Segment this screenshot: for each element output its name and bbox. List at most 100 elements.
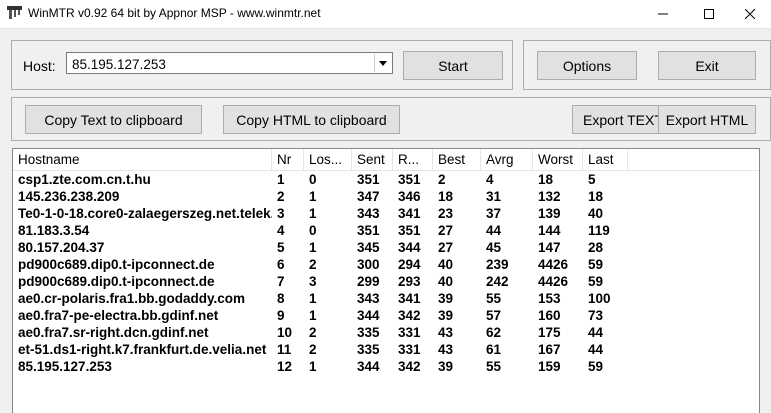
cell-avrg: 55 (486, 359, 502, 374)
cell-hostname: et-51.ds1-right.k7.frankfurt.de.velia.ne… (18, 342, 267, 357)
cell-best: 27 (438, 223, 454, 238)
cell-hostname: 81.183.3.54 (18, 223, 90, 238)
cell-loss: 1 (309, 291, 317, 306)
column-header-loss[interactable]: Los... (304, 149, 352, 170)
export-html-button[interactable]: Export HTML (658, 105, 756, 134)
combobox-dropdown-arrow[interactable] (374, 54, 391, 72)
cell-avrg: 45 (486, 240, 502, 255)
cell-hostname: ae0.fra7-pe-electra.bb.gdinf.net (18, 308, 219, 323)
table-row[interactable]: Te0-1-0-18.core0-zalaegerszeg.net.telek.… (13, 205, 759, 222)
window-title: WinMTR v0.92 64 bit by Appnor MSP - www.… (28, 6, 321, 20)
cell-sent: 351 (357, 172, 380, 187)
cell-loss: 1 (309, 240, 317, 255)
cell-last: 5 (588, 172, 596, 187)
cell-recv: 346 (398, 189, 421, 204)
cell-nr: 4 (277, 223, 285, 238)
table-row[interactable]: ae0.fra7.sr-right.dcn.gdinf.net 10 2 335 331… (13, 324, 759, 341)
cell-nr: 7 (277, 274, 285, 289)
cell-worst: 147 (538, 240, 561, 255)
cell-nr: 10 (277, 325, 293, 340)
column-header-nr[interactable]: Nr (272, 149, 304, 170)
cell-last: 59 (588, 274, 604, 289)
column-header-sent[interactable]: Sent (352, 149, 393, 170)
cell-sent: 344 (357, 308, 380, 323)
cell-worst: 167 (538, 342, 561, 357)
cell-sent: 351 (357, 223, 380, 238)
cell-best: 23 (438, 206, 454, 221)
cell-loss: 2 (309, 325, 317, 340)
cell-avrg: 55 (486, 291, 502, 306)
options-button[interactable]: Options (537, 51, 637, 80)
cell-best: 27 (438, 240, 454, 255)
cell-loss: 1 (309, 308, 317, 323)
cell-best: 39 (438, 291, 454, 306)
table-row[interactable]: 81.183.3.54 4 0 351 351 27 44 144 119 (13, 222, 759, 239)
table-row[interactable]: 85.195.127.253 12 1 344 342 39 55 159 59 (13, 358, 759, 375)
cell-recv: 331 (398, 325, 421, 340)
cell-best: 40 (438, 257, 454, 272)
cell-loss: 1 (309, 206, 317, 221)
maximize-button[interactable] (686, 0, 732, 28)
host-input-value[interactable]: 85.195.127.253 (72, 57, 166, 72)
cell-last: 28 (588, 240, 604, 255)
host-combobox[interactable]: 85.195.127.253 (66, 52, 393, 74)
cell-loss: 3 (309, 274, 317, 289)
table-row[interactable]: ae0.fra7-pe-electra.bb.gdinf.net 9 1 344 342… (13, 307, 759, 324)
close-button[interactable] (727, 0, 771, 28)
column-header-recv[interactable]: R... (393, 149, 433, 170)
cell-loss: 2 (309, 257, 317, 272)
cell-loss: 1 (309, 189, 317, 204)
table-row[interactable]: ae0.cr-polaris.fra1.bb.godaddy.com 8 1 343 3… (13, 290, 759, 307)
column-header-best[interactable]: Best (433, 149, 481, 170)
chevron-down-icon (379, 60, 387, 66)
maximize-icon (704, 9, 714, 19)
cell-sent: 347 (357, 189, 380, 204)
cell-last: 18 (588, 189, 604, 204)
cell-last: 73 (588, 308, 604, 323)
copy-text-button[interactable]: Copy Text to clipboard (25, 105, 202, 134)
cell-nr: 3 (277, 206, 285, 221)
cell-avrg: 61 (486, 342, 502, 357)
exit-button[interactable]: Exit (658, 51, 756, 80)
column-header-last[interactable]: Last (583, 149, 628, 170)
cell-nr: 9 (277, 308, 285, 323)
table-row[interactable]: 80.157.204.37 5 1 345 344 27 45 147 28 (13, 239, 759, 256)
cell-sent: 300 (357, 257, 380, 272)
cell-avrg: 239 (486, 257, 509, 272)
cell-hostname: Te0-1-0-18.core0-zalaegerszeg.net.telek.… (18, 206, 272, 221)
cell-nr: 1 (277, 172, 285, 187)
cell-hostname: 85.195.127.253 (18, 359, 112, 374)
cell-nr: 5 (277, 240, 285, 255)
cell-nr: 8 (277, 291, 285, 306)
trace-results-table[interactable]: Hostname Nr Los... Sent R... Best Avrg Worst Las… (12, 148, 760, 413)
table-row[interactable]: pd900c689.dip0.t-ipconnect.de 7 3 299 293 40 2… (13, 273, 759, 290)
column-header-worst[interactable]: Worst (533, 149, 583, 170)
table-row[interactable]: 145.236.238.209 2 1 347 346 18 31 132 18 (13, 188, 759, 205)
cell-recv: 341 (398, 291, 421, 306)
cell-sent: 343 (357, 291, 380, 306)
copy-html-button[interactable]: Copy HTML to clipboard (223, 105, 400, 134)
cell-worst: 160 (538, 308, 561, 323)
cell-avrg: 31 (486, 189, 502, 204)
cell-worst: 144 (538, 223, 561, 238)
cell-hostname: pd900c689.dip0.t-ipconnect.de (18, 274, 215, 289)
cell-sent: 335 (357, 325, 380, 340)
cell-sent: 345 (357, 240, 380, 255)
cell-avrg: 44 (486, 223, 502, 238)
cell-last: 40 (588, 206, 604, 221)
table-row[interactable]: pd900c689.dip0.t-ipconnect.de 6 2 300 294 40 2… (13, 256, 759, 273)
cell-last: 119 (588, 223, 610, 238)
cell-hostname: 145.236.238.209 (18, 189, 120, 204)
column-header-hostname[interactable]: Hostname (13, 149, 272, 170)
start-button[interactable]: Start (403, 51, 503, 80)
export-text-button[interactable]: Export TEXT (572, 105, 659, 134)
table-row[interactable]: et-51.ds1-right.k7.frankfurt.de.velia.ne… (13, 341, 759, 358)
cell-best: 2 (438, 172, 446, 187)
cell-recv: 331 (398, 342, 421, 357)
host-label: Host: (23, 58, 56, 74)
column-header-avrg[interactable]: Avrg (481, 149, 533, 170)
minimize-button[interactable] (640, 0, 686, 28)
cell-last: 59 (588, 257, 604, 272)
cell-loss: 2 (309, 342, 317, 357)
table-row[interactable]: csp1.zte.com.cn.t.hu 1 0 351 351 2 4 18 5 (13, 171, 759, 188)
